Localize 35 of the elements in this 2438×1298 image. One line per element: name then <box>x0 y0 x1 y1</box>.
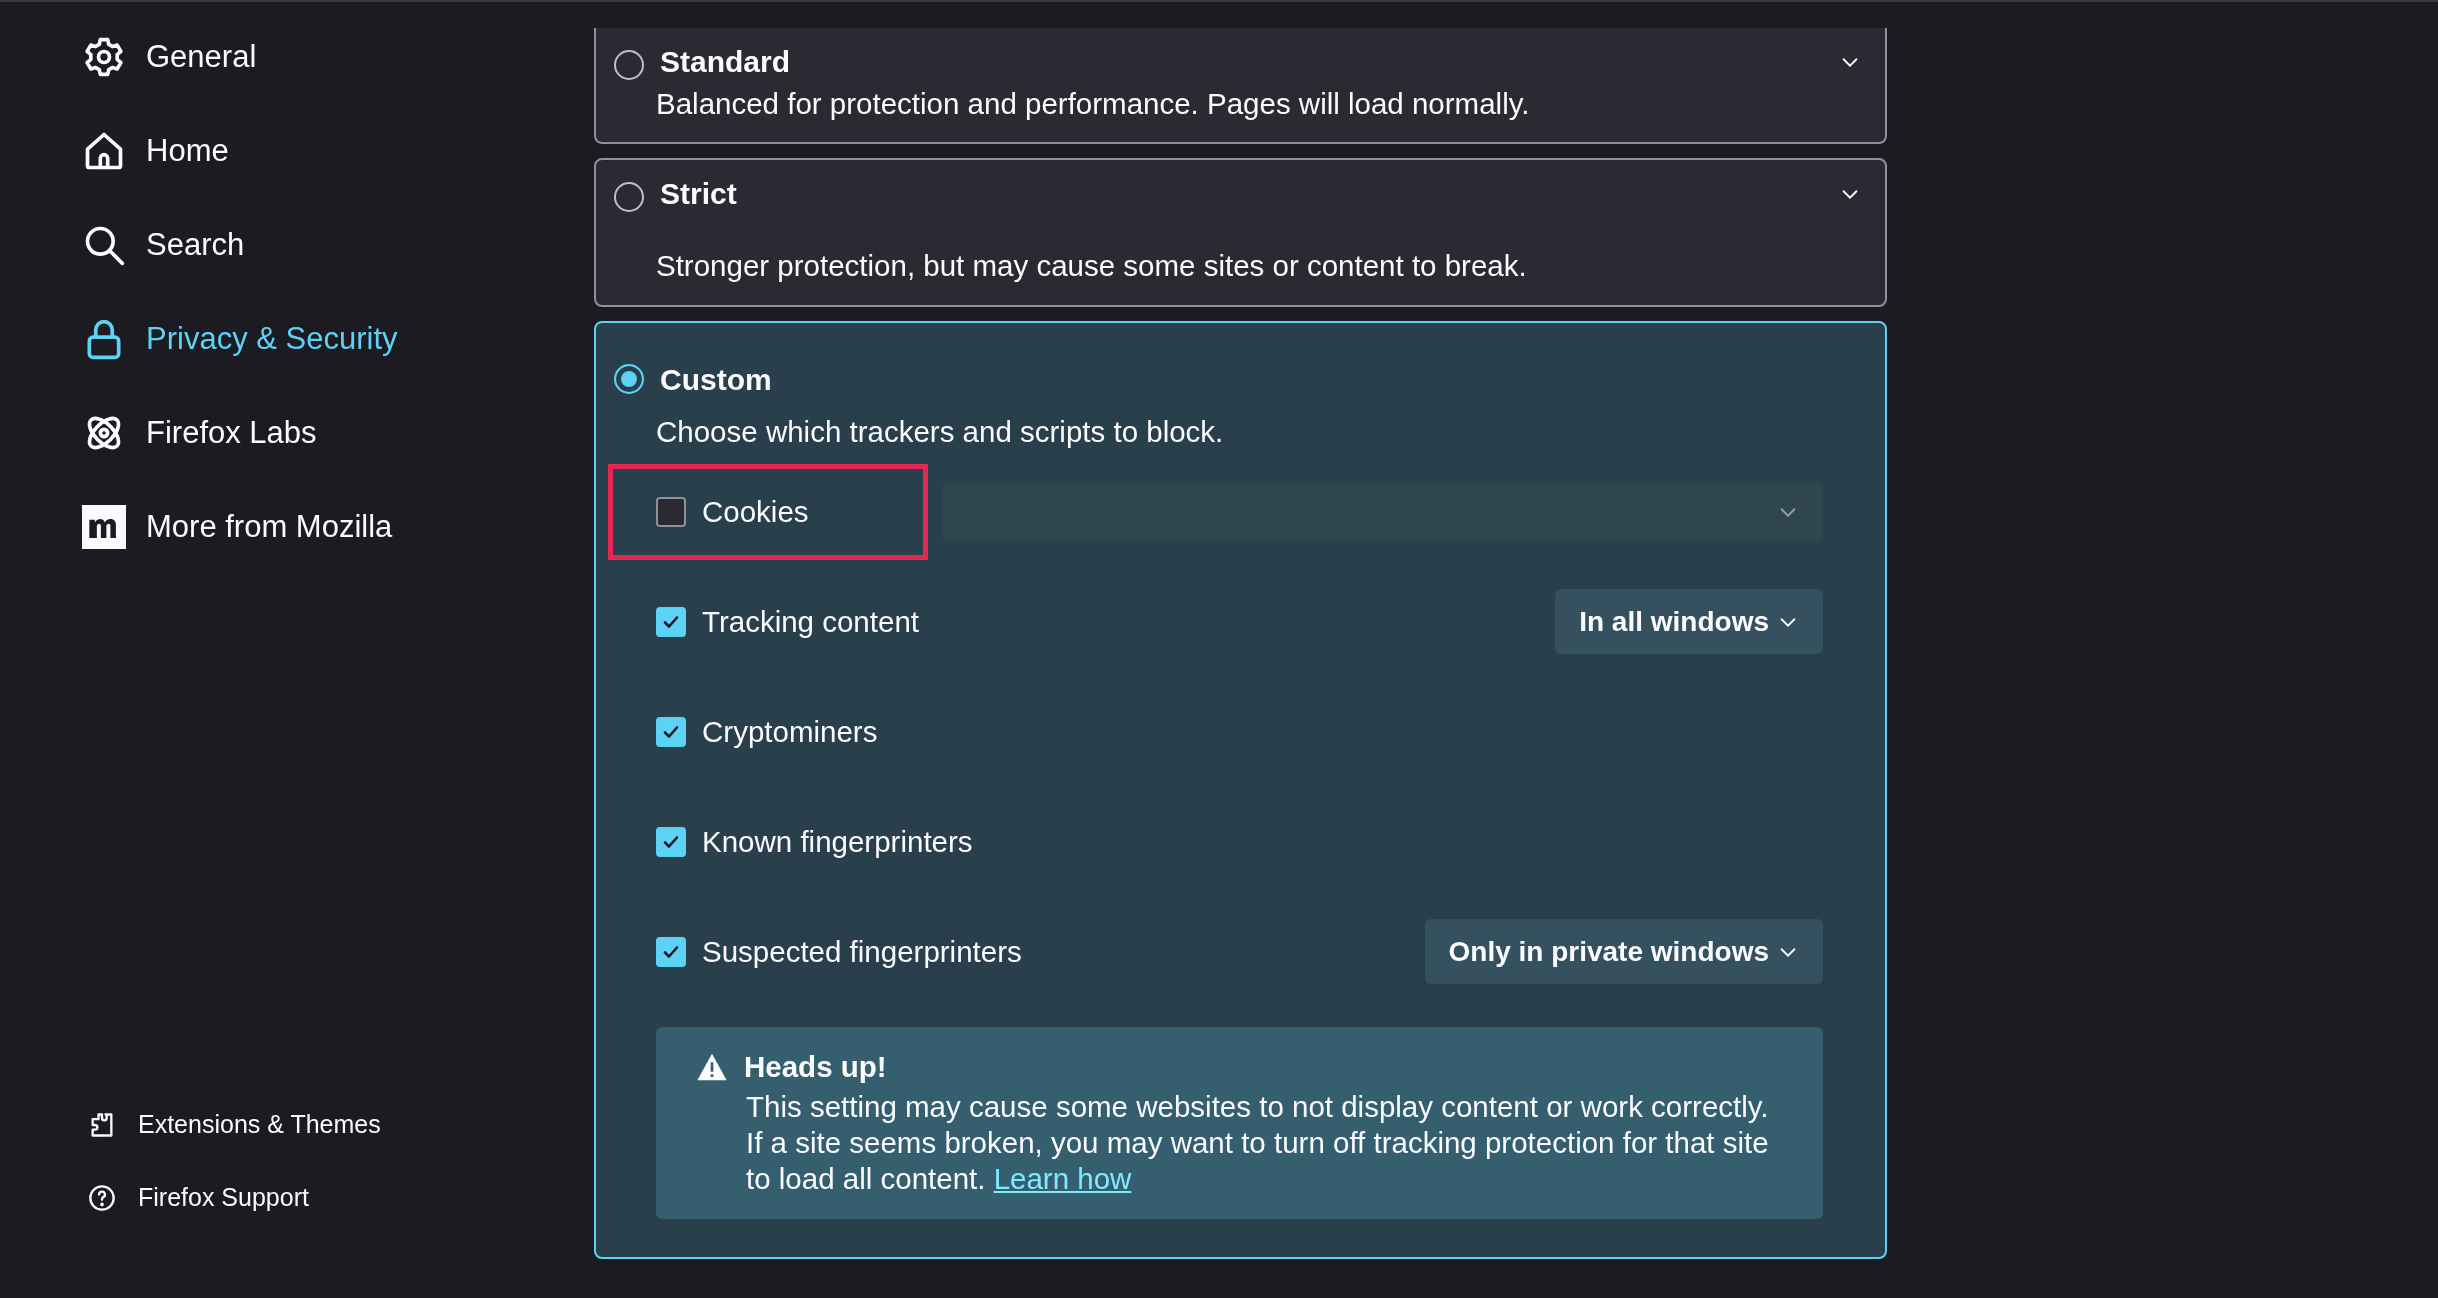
option-label: Cookies <box>702 493 809 530</box>
alert-title: Heads up! <box>744 1048 887 1085</box>
option-label: Cryptominers <box>702 713 878 750</box>
settings-icon <box>82 35 126 79</box>
protection-description: Stronger protection, but may cause some sites or content to break. <box>655 248 1528 285</box>
protection-description: Balanced for protection and performance. Pages will load normally. <box>655 86 1531 122</box>
checkbox[interactable] <box>656 606 686 637</box>
checkbox[interactable] <box>656 936 686 967</box>
alert-text: This setting may cause some websites to not display content or work correctly. If a site seems broken, you may want to turn off tracking protection for that site to load all content. Learn how <box>745 1089 1770 1197</box>
m-logo-icon <box>82 505 126 549</box>
radio-button[interactable] <box>614 364 644 394</box>
sidebar-link[interactable]: Extensions & Themes <box>82 1088 594 1161</box>
sidebar-item[interactable]: Firefox Labs <box>82 386 594 480</box>
protection-title: Strict <box>660 176 737 213</box>
help-icon <box>88 1183 116 1212</box>
checkbox[interactable] <box>656 496 686 527</box>
option-label: Tracking content <box>702 603 919 640</box>
sidebar-item[interactable]: Home <box>82 104 594 198</box>
protection-description: Choose which trackers and scripts to block. <box>655 413 1225 450</box>
option-label: Known fingerprinters <box>702 823 973 860</box>
sidebar-item[interactable]: General <box>82 10 594 104</box>
dropdown-button[interactable]: Only in private windows <box>1424 919 1823 985</box>
option-label: Suspected fingerprinters <box>702 933 1022 970</box>
sidebar-item[interactable]: Search <box>82 198 594 292</box>
checkbox[interactable] <box>656 716 686 747</box>
dropdown-button[interactable]: In all windows <box>1555 589 1823 655</box>
checkbox[interactable] <box>656 826 686 857</box>
sidebar-item[interactable]: Privacy & Security <box>82 292 594 386</box>
radio-button[interactable] <box>614 50 644 80</box>
protection-title: Custom <box>660 361 772 398</box>
radio-button[interactable] <box>614 182 644 213</box>
learn-how-link[interactable]: Learn how <box>993 1162 1132 1195</box>
sidebar-link[interactable]: Firefox Support <box>82 1161 594 1234</box>
sidebar-item[interactable]: More from Mozilla <box>82 480 594 574</box>
protection-title: Standard <box>660 44 791 80</box>
